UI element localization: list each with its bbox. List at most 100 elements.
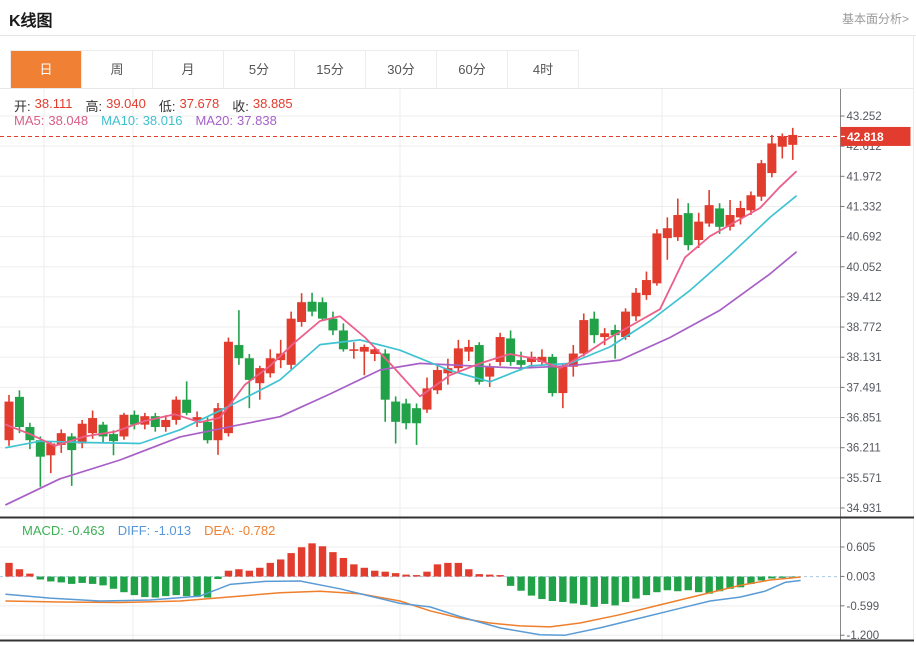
macd-bar — [538, 577, 545, 599]
macd-bar — [705, 577, 712, 594]
candle — [642, 272, 651, 300]
macd-bar — [26, 574, 33, 577]
macd-bar — [16, 569, 23, 576]
y-axis-label: 34.931 — [847, 503, 882, 515]
y-axis-label: 36.211 — [847, 443, 881, 455]
macd-bar — [392, 573, 399, 576]
candle — [349, 342, 358, 358]
y-axis-label: 0.003 — [847, 571, 876, 583]
macd-bar — [361, 568, 368, 577]
candle — [590, 312, 599, 344]
ma20-line — [6, 252, 796, 505]
macd-bar — [685, 577, 692, 591]
candle — [684, 203, 693, 250]
candle — [182, 381, 191, 415]
candle — [78, 420, 87, 448]
candle — [328, 312, 337, 336]
macd-bar — [580, 577, 587, 605]
macd-bar — [465, 569, 472, 576]
info-label: MACD: — [22, 523, 64, 538]
y-axis-label: 40.692 — [847, 232, 882, 244]
macd-layer — [5, 543, 800, 635]
candle — [767, 135, 776, 177]
info-label: MA20: — [195, 113, 233, 128]
macd-bar — [674, 577, 681, 592]
macd-bar — [193, 577, 200, 598]
macd-bar — [423, 572, 430, 577]
macd-bar — [235, 569, 242, 576]
y-axis-layer: 43.25242.61241.97241.33240.69240.05239.4… — [840, 88, 882, 642]
macd-bar — [120, 577, 127, 593]
info-pair: MA10:38.016 — [101, 113, 182, 128]
y-axis-label: 38.772 — [847, 322, 882, 334]
macd-bar — [298, 547, 305, 576]
macd-bar — [214, 577, 221, 579]
macd-bar — [591, 577, 598, 607]
macd-bar — [141, 577, 148, 598]
y-axis-label: 39.412 — [847, 292, 882, 304]
macd-bar — [5, 563, 12, 577]
info-value: 38.048 — [48, 113, 88, 128]
price-marker-layer: 42.818 — [0, 127, 911, 146]
candle — [433, 366, 442, 394]
macd-bar — [643, 577, 650, 596]
macd-bar — [507, 577, 514, 586]
macd-bar — [319, 546, 326, 576]
candle — [15, 390, 24, 433]
info-label: DIFF: — [118, 523, 151, 538]
candle — [788, 128, 797, 160]
macd-bar — [622, 577, 629, 602]
macd-bar — [99, 577, 106, 586]
macd-bar — [183, 577, 190, 597]
candle — [402, 399, 411, 430]
macd-bar — [287, 553, 294, 576]
info-label: MA5: — [14, 113, 44, 128]
candle — [318, 297, 327, 321]
macd-bar — [37, 577, 44, 580]
y-axis-label: 36.851 — [847, 413, 882, 425]
candle — [412, 403, 421, 444]
candle — [234, 310, 243, 365]
macd-bar — [371, 571, 378, 577]
macd-bar — [246, 571, 253, 577]
candle — [663, 217, 672, 259]
macd-bar — [58, 577, 65, 583]
candle — [423, 378, 432, 413]
candle — [339, 323, 348, 351]
macd-bar — [779, 577, 786, 578]
candle — [308, 293, 317, 317]
macd-bar — [444, 563, 451, 577]
macd-bar — [486, 575, 493, 577]
info-value: 38.016 — [143, 113, 183, 128]
candle — [705, 190, 714, 227]
macd-bar — [664, 577, 671, 591]
macd-bar — [225, 571, 232, 577]
info-pair: DEA:-0.782 — [204, 523, 275, 538]
macd-bar — [173, 577, 180, 596]
candle — [172, 396, 181, 424]
info-value: -1.013 — [154, 523, 191, 538]
macd-bar — [517, 577, 524, 591]
y-axis-label: 43.252 — [847, 111, 882, 123]
info-pair: DIFF:-1.013 — [118, 523, 191, 538]
macd-bar — [413, 575, 420, 576]
macd-bar — [340, 558, 347, 577]
candle — [360, 345, 369, 376]
y-axis-label: -0.599 — [847, 601, 880, 613]
y-axis-label: 35.571 — [847, 473, 882, 485]
y-axis-label: 40.052 — [847, 262, 882, 274]
macd-bar — [152, 577, 159, 598]
macd-bar — [434, 564, 441, 576]
candle — [381, 349, 390, 422]
macd-bar — [570, 577, 577, 604]
candle — [224, 338, 233, 437]
info-value: 37.838 — [237, 113, 277, 128]
macd-bar — [382, 572, 389, 577]
y-axis-label: 38.131 — [847, 352, 882, 364]
candle — [276, 340, 285, 368]
candle — [558, 364, 567, 408]
macd-bar — [476, 574, 483, 576]
macd-bar — [496, 575, 503, 576]
macd-bar — [47, 577, 54, 582]
info-pair: MACD:-0.463 — [22, 523, 105, 538]
